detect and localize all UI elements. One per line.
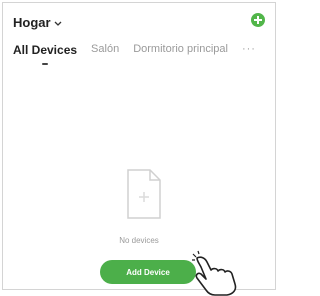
tab-all-devices[interactable]: All Devices: [13, 43, 78, 65]
home-label: Hogar: [13, 15, 51, 30]
add-device-button[interactable]: Add Device: [100, 260, 196, 284]
empty-state-text: No devices: [119, 236, 159, 245]
tab-label: Dormitorio principal: [133, 43, 228, 55]
pointing-hand-icon: [192, 250, 237, 296]
tab-dormitorio-principal[interactable]: Dormitorio principal: [133, 43, 228, 55]
active-tab-indicator: [42, 63, 49, 65]
home-selector[interactable]: Hogar: [13, 15, 63, 30]
tab-label: Salón: [91, 43, 120, 55]
more-icon[interactable]: ···: [242, 43, 256, 55]
tab-label: All Devices: [13, 43, 78, 57]
blank-document-icon: [127, 169, 161, 219]
add-icon[interactable]: [251, 13, 265, 27]
room-tabs: All Devices Salón Dormitorio principal ·…: [13, 43, 267, 67]
chevron-down-icon: [54, 21, 62, 26]
app-screen: Hogar All Devices Salón Dormitorio princ…: [2, 2, 276, 296]
tab-salon[interactable]: Salón: [91, 43, 119, 55]
